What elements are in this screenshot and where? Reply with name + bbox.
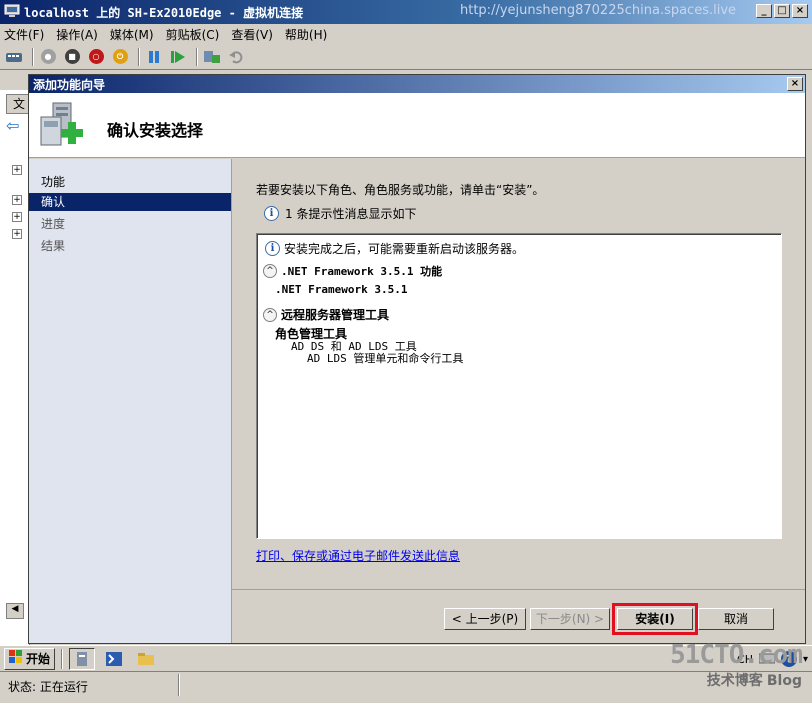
cancel-button[interactable]: 取消: [698, 608, 774, 630]
watermark-blog: Blog: [766, 673, 802, 689]
menu-view[interactable]: 查看(V): [231, 26, 273, 43]
section-header: ^ 远程服务器管理工具: [263, 306, 389, 323]
shutdown-icon[interactable]: ○: [86, 47, 106, 67]
toolbar-separator: [196, 47, 198, 66]
pause-icon[interactable]: [144, 47, 164, 67]
notice-row: i 安装完成之后，可能需要重新启动该服务器。: [265, 240, 524, 257]
wizard-page-title: 确认安装选择: [107, 121, 204, 140]
start-label: 开始: [26, 652, 51, 666]
wizard-title: 添加功能向导: [33, 77, 106, 92]
menu-help[interactable]: 帮助(H): [285, 26, 327, 43]
watermark: 51CTO.com 技术博客 Blog: [670, 640, 803, 690]
wizard-close-button[interactable]: ×: [787, 77, 803, 91]
server-manager-taskbar-icon[interactable]: [69, 647, 96, 670]
section-header: ^ .NET Framework 3.5.1 功能: [263, 263, 442, 279]
section-title: .NET Framework 3.5.1 功能: [281, 265, 443, 278]
add-features-wizard: 添加功能向导 × 确认安装选择 功能 确认 进度 结果 若要安装以下角色、角色服…: [28, 74, 806, 644]
info-summary-text: 1 条提示性消息显示如下: [285, 207, 417, 221]
toolbar-separator: [138, 47, 140, 66]
next-button: 下一步(N) >: [530, 608, 610, 630]
toolbar: ● ■ ○ ⏻: [0, 44, 812, 70]
tree-expand-icon[interactable]: +: [12, 229, 22, 239]
tree-expand-icon[interactable]: +: [12, 165, 22, 175]
revert-icon[interactable]: [226, 47, 246, 67]
watermark-site: 51CTO.com: [670, 640, 803, 670]
menu-media[interactable]: 媒体(M): [110, 26, 154, 43]
menu-bar: 文件(F) 操作(A) 媒体(M) 剪贴板(C) 查看(V) 帮助(H): [0, 24, 812, 44]
menu-action[interactable]: 操作(A): [56, 26, 98, 43]
info-summary: i 1 条提示性消息显示如下: [264, 205, 416, 222]
feature-item: .NET Framework 3.5.1: [275, 283, 408, 296]
tree-expand-icon[interactable]: +: [12, 195, 22, 205]
reset-icon[interactable]: [168, 47, 188, 67]
start-vm-icon[interactable]: ●: [38, 47, 58, 67]
minimize-button[interactable]: _: [756, 4, 772, 18]
previous-button[interactable]: < 上一步(P): [444, 608, 526, 630]
watermark-tagline: 技术博客: [706, 673, 763, 689]
info-icon: i: [265, 241, 280, 256]
wizard-title-bar: 添加功能向导: [29, 75, 805, 93]
server-manager-tab[interactable]: 文: [6, 94, 30, 114]
tree-expand-icon[interactable]: +: [12, 212, 22, 222]
watermark-url: http://yejunsheng870225china.spaces.live: [460, 3, 737, 18]
toolbar-separator: [32, 47, 34, 66]
vm-window-title: localhost 上的 SH-Ex2010Edge - 虚拟机连接: [24, 5, 304, 20]
menu-clipboard[interactable]: 剪贴板(C): [166, 26, 220, 43]
menu-file[interactable]: 文件(F): [4, 26, 44, 43]
wizard-nav: 功能 确认 进度 结果: [29, 159, 231, 643]
vm-status: 状态: 正在运行: [8, 680, 88, 694]
nav-features[interactable]: 功能: [29, 173, 231, 191]
maximize-button[interactable]: □: [774, 4, 790, 18]
install-button[interactable]: 安装(I): [617, 608, 693, 630]
tray-arrow-icon[interactable]: ▾: [803, 654, 808, 665]
confirmation-results[interactable]: i 安装完成之后，可能需要重新启动该服务器。 ^ .NET Framework …: [256, 233, 782, 539]
nav-results: 结果: [41, 239, 66, 253]
scroll-left-arrow[interactable]: ◀: [6, 603, 24, 619]
collapse-icon[interactable]: ^: [263, 307, 277, 322]
windows-logo-icon: [9, 650, 23, 667]
section-title: 远程服务器管理工具: [281, 308, 390, 322]
nav-confirmation[interactable]: 确认: [29, 193, 231, 211]
print-save-email-link[interactable]: 打印、保存或通过电子邮件发送此信息: [256, 547, 460, 564]
close-button[interactable]: ×: [792, 4, 808, 18]
wizard-content: 若要安装以下角色、角色服务或功能，请单击“安装”。 i 1 条提示性消息显示如下…: [231, 159, 805, 589]
collapse-icon[interactable]: ^: [263, 264, 277, 278]
restart-notice: 安装完成之后，可能需要重新启动该服务器。: [284, 242, 525, 256]
snapshot-icon[interactable]: [202, 47, 222, 67]
server-manager-panel: 文 ⇦ + + + + ◀: [0, 70, 30, 645]
nav-progress: 进度: [41, 217, 66, 231]
back-arrow-icon[interactable]: ⇦: [6, 116, 26, 136]
vm-window-icon: [4, 4, 20, 21]
explorer-folder-icon[interactable]: [133, 648, 159, 670]
start-button[interactable]: 开始: [4, 647, 56, 670]
ad-lds-tools-item: AD LDS 管理单元和命令行工具: [307, 352, 464, 365]
wizard-footer: < 上一步(P) 下一步(N) > 安装(I) 取消: [231, 589, 805, 643]
powershell-icon[interactable]: [101, 648, 127, 670]
info-icon: i: [264, 206, 279, 221]
wizard-header: 确认安装选择: [29, 93, 805, 158]
vm-title-bar: localhost 上的 SH-Ex2010Edge - 虚拟机连接 http:…: [0, 0, 812, 24]
ctrl-alt-del-icon[interactable]: [4, 47, 24, 67]
server-add-icon: [37, 101, 87, 151]
turn-off-icon[interactable]: ■: [62, 47, 82, 67]
intro-text: 若要安装以下角色、角色服务或功能，请单击“安装”。: [256, 183, 545, 197]
save-state-icon[interactable]: ⏻: [110, 47, 130, 67]
